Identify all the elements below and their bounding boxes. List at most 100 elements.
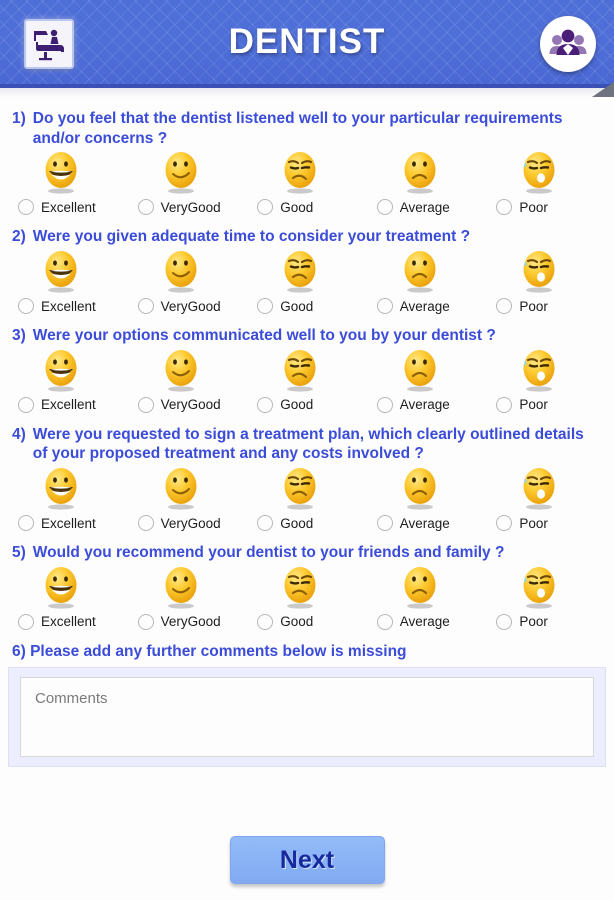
radio-row[interactable]: VeryGood — [130, 392, 221, 418]
radio-button[interactable] — [137, 515, 154, 532]
radio-button[interactable] — [18, 199, 34, 216]
radio-row[interactable]: Excellent — [10, 293, 96, 319]
radio-row[interactable]: Poor — [488, 392, 548, 418]
radio-label: Average — [399, 199, 450, 215]
questions-list: 1) Do you feel that the dentist listened … — [0, 104, 614, 635]
radio-button[interactable] — [496, 396, 513, 413]
radio-button[interactable] — [376, 515, 393, 532]
radio-button[interactable] — [257, 199, 274, 216]
radio-button[interactable] — [376, 613, 393, 630]
radio-button[interactable] — [376, 396, 393, 413]
rating-option[interactable]: Excellent — [8, 150, 128, 220]
radio-row[interactable]: Excellent — [10, 609, 96, 635]
radio-button[interactable] — [137, 298, 154, 315]
radio-button[interactable] — [18, 396, 34, 413]
radio-label: Good — [280, 199, 314, 215]
radio-row[interactable]: VeryGood — [130, 609, 221, 635]
question-text: 1) Do you feel that the dentist listened … — [8, 104, 606, 150]
rating-option[interactable]: Poor — [486, 150, 606, 220]
radio-row[interactable]: Good — [249, 510, 313, 536]
radio-row[interactable]: Excellent — [10, 392, 96, 418]
radio-row[interactable]: Average — [369, 392, 450, 418]
radio-row[interactable]: Poor — [488, 293, 548, 319]
radio-button[interactable] — [496, 613, 513, 630]
annoyed-face-icon — [249, 348, 367, 392]
rating-option[interactable]: VeryGood — [128, 565, 248, 635]
radio-row[interactable]: Good — [249, 194, 313, 220]
rating-option[interactable]: Poor — [486, 348, 606, 418]
radio-button[interactable] — [257, 613, 274, 630]
radio-button[interactable] — [137, 396, 154, 413]
smiling-face-icon — [130, 348, 248, 392]
radio-button[interactable] — [496, 515, 513, 532]
radio-label: Excellent — [41, 397, 96, 413]
question-body: Would you recommend your dentist to your… — [32, 544, 505, 562]
radio-button[interactable] — [257, 515, 274, 532]
rating-option[interactable]: Good — [247, 150, 367, 220]
question-text: 4) Were you requested to sign a treatment… — [8, 420, 606, 466]
radio-button[interactable] — [257, 298, 274, 315]
radio-button[interactable] — [137, 199, 154, 216]
rating-option[interactable]: Average — [367, 249, 487, 319]
comments-input[interactable]: Comments — [20, 676, 594, 757]
rating-option[interactable]: Good — [247, 249, 367, 319]
radio-row[interactable]: Good — [249, 392, 313, 418]
radio-button[interactable] — [257, 396, 274, 413]
radio-label: Excellent — [41, 298, 96, 314]
rating-option[interactable]: Good — [247, 348, 367, 418]
radio-row[interactable]: Excellent — [10, 194, 96, 220]
question-block: 5) Would you recommend your dentist to yo… — [0, 538, 614, 635]
radio-row[interactable]: Excellent — [10, 510, 96, 536]
radio-row[interactable]: Good — [249, 293, 313, 319]
radio-button[interactable] — [18, 298, 34, 315]
grinning-face-icon — [10, 466, 128, 510]
rating-option[interactable]: Poor — [486, 466, 606, 536]
sweating-face-icon — [488, 150, 606, 194]
radio-button[interactable] — [376, 199, 393, 216]
question-body: Were your options communicated well to y… — [32, 327, 496, 345]
radio-row[interactable]: VeryGood — [130, 293, 221, 319]
rating-options-row: Excellent VeryGood Good Average Poor — [8, 466, 606, 536]
rating-option[interactable]: Average — [367, 150, 487, 220]
next-button[interactable]: Next — [229, 836, 385, 884]
grinning-face-icon — [10, 249, 128, 293]
group-people-icon[interactable] — [540, 16, 596, 72]
radio-row[interactable]: Good — [249, 609, 313, 635]
question-block: 4) Were you requested to sign a treatment… — [0, 420, 614, 536]
radio-row[interactable]: Average — [369, 194, 450, 220]
radio-button[interactable] — [18, 613, 34, 630]
rating-option[interactable]: Average — [367, 348, 487, 418]
rating-option[interactable]: Poor — [486, 565, 606, 635]
radio-row[interactable]: Average — [369, 510, 450, 536]
rating-option[interactable]: Excellent — [8, 466, 128, 536]
rating-option[interactable]: VeryGood — [128, 348, 248, 418]
rating-option[interactable]: VeryGood — [128, 150, 248, 220]
rating-option[interactable]: Good — [247, 466, 367, 536]
radio-row[interactable]: Average — [369, 293, 450, 319]
rating-option[interactable]: Average — [367, 466, 487, 536]
grinning-face-icon — [10, 348, 128, 392]
radio-row[interactable]: Poor — [488, 194, 548, 220]
rating-option[interactable]: Average — [367, 565, 487, 635]
question-block: 3) Were your options communicated well to… — [0, 321, 614, 418]
radio-label: Excellent — [41, 199, 96, 215]
radio-row[interactable]: Poor — [488, 510, 548, 536]
radio-row[interactable]: VeryGood — [130, 194, 221, 220]
radio-row[interactable]: VeryGood — [130, 510, 221, 536]
rating-option[interactable]: VeryGood — [128, 249, 248, 319]
rating-option[interactable]: Excellent — [8, 249, 128, 319]
radio-button[interactable] — [137, 613, 154, 630]
radio-row[interactable]: Poor — [488, 609, 548, 635]
radio-button[interactable] — [18, 515, 34, 532]
frowning-face-icon — [369, 348, 487, 392]
rating-option[interactable]: Poor — [486, 249, 606, 319]
radio-row[interactable]: Average — [369, 609, 450, 635]
radio-button[interactable] — [496, 199, 513, 216]
rating-option[interactable]: Excellent — [8, 565, 128, 635]
rating-option[interactable]: Good — [247, 565, 367, 635]
rating-option[interactable]: VeryGood — [128, 466, 248, 536]
radio-button[interactable] — [376, 298, 393, 315]
radio-label: VeryGood — [160, 199, 221, 215]
radio-button[interactable] — [496, 298, 513, 315]
rating-option[interactable]: Excellent — [8, 348, 128, 418]
